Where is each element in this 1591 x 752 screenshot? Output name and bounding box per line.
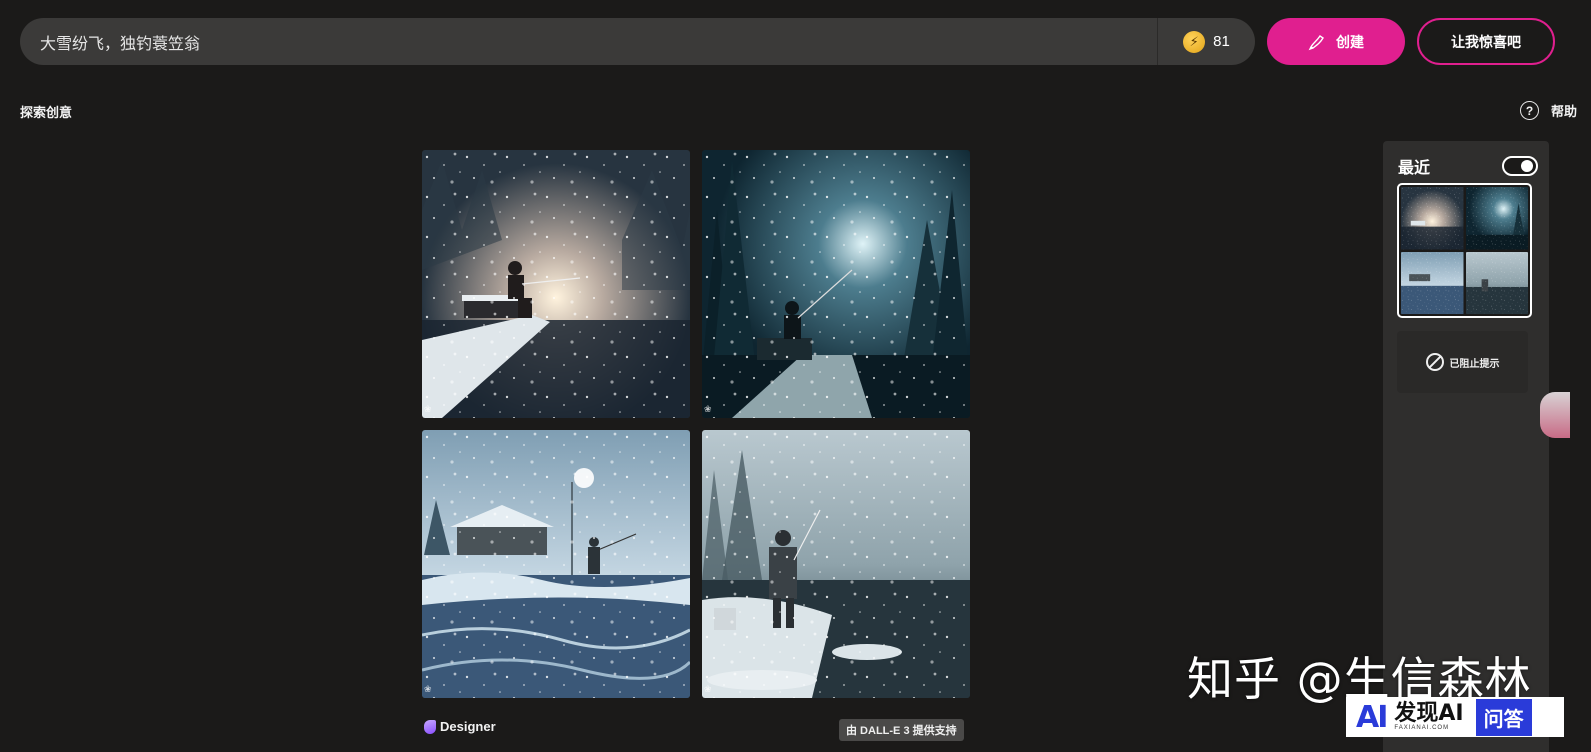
- prompt-input[interactable]: [20, 18, 1157, 65]
- floating-edge-widget[interactable]: [1540, 392, 1570, 438]
- blocked-prompt-label: 已阻止提示: [1449, 358, 1500, 370]
- create-button[interactable]: 创建: [1267, 18, 1405, 65]
- help-label: 帮助: [1550, 104, 1577, 119]
- lightning-coin-icon: ⚡: [1183, 30, 1206, 53]
- ice-fishing-dock-image: [422, 150, 690, 418]
- recent-mini-image: [1465, 187, 1528, 250]
- toggle-knob: [1521, 160, 1533, 172]
- snowy-cabin-fisherman-image: [422, 430, 690, 698]
- create-button-label: 创建: [1336, 33, 1364, 50]
- recent-toggle[interactable]: [1502, 156, 1538, 176]
- surprise-me-label: 让我惊喜吧: [1451, 33, 1521, 50]
- brush-icon: [1308, 34, 1324, 50]
- boost-counter[interactable]: ⚡ 81: [1157, 18, 1255, 65]
- recent-mini-image: [1465, 251, 1528, 314]
- faxian-ai-watermark: AI 发现AI FAXIANAI.COM 问答: [1346, 697, 1564, 737]
- designer-mark-icon: ❀: [424, 404, 432, 414]
- designer-brand: Designer: [424, 719, 496, 734]
- result-image-1[interactable]: ❀: [422, 150, 690, 418]
- recent-mini-image: [1401, 187, 1464, 250]
- faxian-qa-badge: 问答: [1475, 698, 1532, 736]
- designer-mark-icon: ❀: [704, 684, 712, 694]
- result-image-4[interactable]: ❀: [702, 430, 970, 698]
- faxian-name-block: 发现AI FAXIANAI.COM: [1394, 701, 1464, 732]
- designer-logo-icon: [424, 719, 436, 734]
- surprise-me-button[interactable]: 让我惊喜吧: [1417, 18, 1555, 65]
- result-image-2[interactable]: ❀: [702, 150, 970, 418]
- faxian-name: 发现AI: [1394, 701, 1464, 726]
- blizzard-fisherman-image: [702, 430, 970, 698]
- recent-mini-image: [1401, 251, 1464, 314]
- explore-ideas-title: 探索创意: [20, 105, 73, 120]
- blocked-prompt-card[interactable]: 已阻止提示: [1397, 331, 1528, 393]
- prompt-bar: ⚡ 81: [20, 18, 1255, 65]
- faxian-url: FAXIANAI.COM: [1394, 725, 1450, 731]
- night-fisherman-image: [702, 150, 970, 418]
- faxian-logo: AI: [1356, 699, 1388, 735]
- recent-creation-thumbnail[interactable]: [1397, 183, 1532, 318]
- question-circle-icon: ?: [1519, 101, 1539, 120]
- designer-brand-label: Designer: [440, 719, 496, 734]
- designer-mark-icon: ❀: [704, 404, 712, 414]
- blocked-circle-icon: [1425, 353, 1444, 371]
- result-image-3[interactable]: ❀: [422, 430, 690, 698]
- recent-title: 最近: [1398, 160, 1431, 177]
- designer-mark-icon: ❀: [424, 684, 432, 694]
- help-link[interactable]: ? 帮助: [1519, 101, 1577, 120]
- boost-count: 81: [1213, 33, 1230, 50]
- dalle-badge: 由 DALL-E 3 提供支持: [839, 719, 964, 741]
